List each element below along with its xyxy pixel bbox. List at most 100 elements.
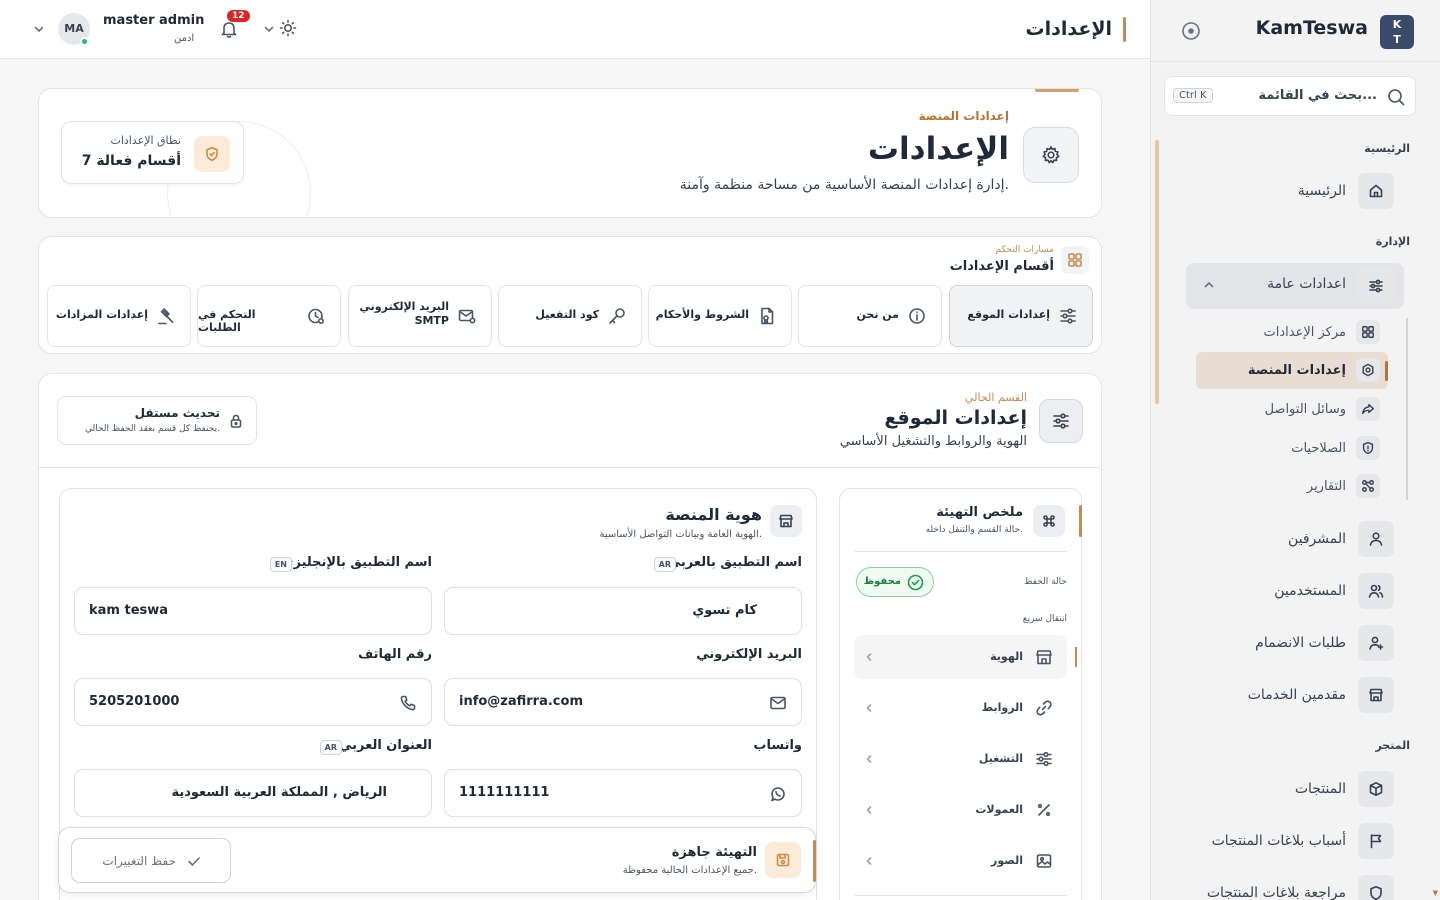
sidebar-item-join-requests[interactable]: طلبات الانضمام bbox=[1255, 625, 1394, 661]
sidebar-item-settings-center[interactable]: مركز الإعدادات bbox=[1264, 319, 1380, 345]
input-value: info@zafirra.com bbox=[459, 694, 583, 709]
sidebar-item-platform-settings[interactable]: إعدادات المنصة bbox=[1248, 357, 1380, 383]
sidebar-item-label: المشرفين bbox=[1287, 531, 1346, 547]
sidebar-scrollbar-thumb[interactable] bbox=[1155, 140, 1159, 404]
tab-label: الشروط والأحكام bbox=[655, 308, 749, 321]
save-button-label: حفظ التغييرات bbox=[102, 854, 176, 868]
whatsapp-input[interactable]: 1111111111 bbox=[444, 769, 802, 817]
check-icon bbox=[186, 853, 202, 869]
sidebar-item-supervisors[interactable]: المشرفين bbox=[1288, 521, 1394, 557]
sidebar-item-product-report-reasons[interactable]: أسباب بلاغات المنتجات bbox=[1212, 823, 1394, 859]
savebar-title: التهيئة جاهزة bbox=[671, 845, 757, 860]
quick-nav-identity[interactable]: الهوية bbox=[854, 635, 1077, 679]
group-label-management: الإدارة bbox=[1375, 235, 1410, 248]
quick-nav-commissions[interactable]: العمولات bbox=[854, 788, 1067, 832]
app-name-en-label: اسم التطبيق بالإنجليزي bbox=[281, 555, 432, 570]
sidebar-item-users[interactable]: المستخدمين bbox=[1274, 573, 1394, 609]
flag-icon bbox=[1358, 823, 1394, 859]
search-placeholder: بحث في القائمة... bbox=[1258, 88, 1377, 103]
lock-icon bbox=[228, 413, 244, 429]
tab-order-control[interactable]: التحكم في الطلبات bbox=[197, 285, 341, 347]
save-changes-button[interactable]: حفظ التغييرات bbox=[71, 838, 231, 883]
divider bbox=[854, 551, 1067, 552]
user-name: master admin bbox=[103, 13, 205, 28]
group-label-home: الرئيسية bbox=[1364, 142, 1410, 155]
summary-title: ملخص التهيئة bbox=[936, 505, 1023, 520]
gear-icon bbox=[1023, 127, 1079, 183]
input-value: kam teswa bbox=[89, 603, 169, 618]
share-icon bbox=[1356, 397, 1380, 421]
input-value: 5205201000 bbox=[89, 694, 180, 709]
sidebar-item-general-settings[interactable]: اعدادات عامة bbox=[1186, 263, 1404, 309]
brand-name: KamTeswa bbox=[1255, 17, 1368, 39]
theme-chevron-down-icon[interactable] bbox=[263, 23, 275, 35]
app-name-ar-input[interactable]: كام تسوي bbox=[444, 587, 802, 635]
tab-about-us[interactable]: من نحن bbox=[798, 285, 942, 347]
user-role: ادمن bbox=[174, 33, 195, 44]
top-bar: الإعدادات MA master admin ادمن 12 bbox=[0, 0, 1150, 59]
check-circle-icon bbox=[907, 574, 924, 591]
hexagon-settings-icon bbox=[1356, 358, 1380, 382]
sidebar-item-label: المنتجات bbox=[1294, 781, 1346, 797]
tabs-title: أقسام الإعدادات bbox=[949, 259, 1054, 274]
search-shortcut-badge: Ctrl K bbox=[1173, 88, 1213, 103]
phone-input[interactable]: 5205201000 bbox=[74, 678, 432, 726]
home-icon bbox=[1358, 173, 1394, 209]
notifications-bell-icon[interactable] bbox=[219, 19, 239, 39]
mail-icon bbox=[769, 694, 787, 712]
address-ar-input[interactable]: الرياض , المملكة العربية السعودية bbox=[74, 769, 432, 817]
configuration-summary-panel: ملخص التهيئة حالة القسم والتنقل داخله. ح… bbox=[839, 488, 1082, 900]
sidebar-scroll-down-arrow[interactable]: ▼ bbox=[1433, 889, 1438, 897]
group-label-store: المتجر bbox=[1375, 739, 1410, 752]
sidebar-item-product-report-review[interactable]: مراجعة بلاغات المنتجات bbox=[1207, 875, 1394, 900]
sun-icon[interactable] bbox=[279, 19, 297, 37]
sidebar-item-label: مراجعة بلاغات المنتجات bbox=[1206, 885, 1346, 900]
sidebar-item-social-media[interactable]: وسائل التواصل bbox=[1265, 396, 1380, 422]
settings-scope-card: نطاق الإعدادات 7 أقسام فعالة bbox=[61, 121, 244, 184]
quick-nav-label: العمولات bbox=[975, 803, 1023, 816]
active-indicator bbox=[1075, 647, 1077, 667]
sidebar-item-products[interactable]: المنتجات bbox=[1295, 771, 1394, 807]
sidebar-item-label: مقدمين الخدمات bbox=[1247, 687, 1346, 703]
tab-terms[interactable]: الشروط والأحكام bbox=[648, 285, 792, 347]
tab-site-settings[interactable]: إعدادات الموقع bbox=[949, 285, 1093, 347]
saved-status-badge: محفوظ bbox=[856, 567, 934, 597]
sidebar-item-home[interactable]: الرئيسية bbox=[1298, 173, 1394, 209]
save-bar: التهيئة جاهزة جميع الإعدادات الحالية محف… bbox=[58, 827, 816, 893]
input-value: الرياض , المملكة العربية السعودية bbox=[171, 785, 387, 800]
sidebar: KT KamTeswa بحث في القائمة... Ctrl K الر… bbox=[1150, 0, 1440, 900]
search-icon bbox=[1387, 88, 1405, 106]
current-section-card: القسم الحالي إعدادات الموقع الهوية والرو… bbox=[38, 373, 1102, 900]
brand-logo: KT bbox=[1380, 15, 1414, 49]
mail-settings-icon bbox=[457, 306, 477, 326]
sidebar-item-label: اعدادات عامة bbox=[1267, 276, 1346, 292]
quick-nav-label: الهوية bbox=[990, 650, 1023, 663]
sidebar-header: KT KamTeswa bbox=[1151, 0, 1440, 62]
tab-label-line2: SMTP bbox=[414, 314, 449, 327]
submenu-rail bbox=[1406, 318, 1408, 500]
sidebar-item-service-providers[interactable]: مقدمين الخدمات bbox=[1248, 677, 1394, 713]
link-icon bbox=[1035, 699, 1053, 717]
collapse-sidebar-icon[interactable] bbox=[1181, 21, 1201, 41]
email-input[interactable]: info@zafirra.com bbox=[444, 678, 802, 726]
key-icon bbox=[607, 306, 627, 326]
tab-auction-settings[interactable]: إعدادات المزادات bbox=[47, 285, 191, 347]
quick-nav-images[interactable]: الصور bbox=[854, 839, 1067, 883]
sidebar-item-permissions[interactable]: الصلاحيات bbox=[1291, 435, 1380, 461]
tab-activation-code[interactable]: كود التفعيل bbox=[498, 285, 642, 347]
phone-label: رقم الهاتف bbox=[358, 647, 432, 662]
sidebar-item-label: المستخدمين bbox=[1274, 583, 1346, 599]
quick-nav-operation[interactable]: التشغيل bbox=[854, 737, 1067, 781]
tab-smtp-email[interactable]: البريد الإلكتروني SMTP bbox=[348, 285, 492, 347]
app-name-en-input[interactable]: kam teswa bbox=[74, 587, 432, 635]
quick-nav-links[interactable]: الروابط bbox=[854, 686, 1067, 730]
chevron-down-icon[interactable] bbox=[33, 23, 45, 35]
sidebar-item-reports[interactable]: التقارير bbox=[1307, 473, 1380, 499]
sidebar-search-input[interactable]: بحث في القائمة... Ctrl K bbox=[1164, 76, 1416, 116]
tab-label: إعدادات الموقع bbox=[967, 308, 1050, 321]
identity-title: هوية المنصة bbox=[665, 505, 762, 524]
hero-accent-line bbox=[1035, 89, 1079, 92]
quick-nav-label: انتقال سريع bbox=[1022, 614, 1067, 624]
independent-update-subtitle: يحتفظ كل قسم بعقد الحفظ الحالي. bbox=[84, 424, 220, 434]
sidebar-item-label: إعدادات المنصة bbox=[1247, 362, 1346, 378]
